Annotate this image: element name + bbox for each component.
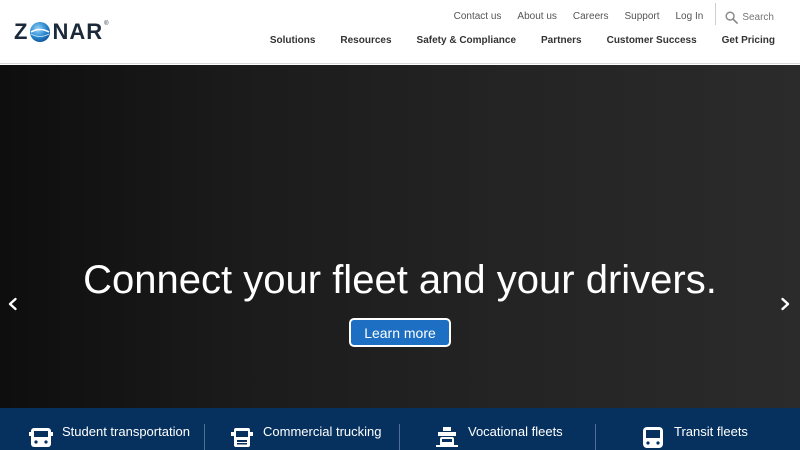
logo-letters-nar: NAR [52,19,104,44]
nav-partners[interactable]: Partners [541,35,582,47]
util-link-about[interactable]: About us [517,11,556,23]
logo-letter-z: Z [14,19,29,44]
vocational-vehicle-icon [436,427,458,447]
fleet-label-transit: Transit fleets [674,424,748,439]
fleet-label-student: Student transportation [62,424,190,439]
hero-carousel: Connect your fleet and your drivers. Lea… [0,65,800,408]
main-nav: Solutions Resources Safety & Compliance … [270,35,800,47]
search-icon [725,10,739,24]
nav-solutions[interactable]: Solutions [270,35,316,47]
fleet-commercial-trucking[interactable]: Commercial trucking [229,408,381,450]
util-link-login[interactable]: Log In [676,11,704,23]
search-label: Search [742,11,774,23]
logo-globe-icon [30,22,51,42]
transit-bus-icon [643,427,663,448]
zonar-logo[interactable]: Z NAR ® [14,20,109,44]
fleet-types-bar: Student transportation Commercial trucki… [0,408,800,450]
fleet-divider [204,424,205,450]
nav-customer-success[interactable]: Customer Success [607,35,697,47]
site-header: Z NAR ® Contact us About us Careers Supp… [0,0,800,64]
hero-heading: Connect your fleet and your drivers. [83,258,717,302]
utility-divider [715,3,717,25]
fleet-student-transportation[interactable]: Student transportation [28,408,190,450]
utility-nav: Contact us About us Careers Support Log … [438,3,800,25]
fleet-vocational[interactable]: Vocational fleets [434,408,563,450]
learn-more-button[interactable]: Learn more [349,318,451,347]
nav-get-pricing[interactable]: Get Pricing [722,35,775,47]
search-toggle[interactable]: Search [725,10,774,24]
fleet-divider [595,424,596,450]
util-link-careers[interactable]: Careers [573,11,609,23]
nav-resources[interactable]: Resources [340,35,391,47]
fleet-label-vocational: Vocational fleets [468,424,563,439]
chevron-right-icon[interactable] [778,297,792,311]
fleet-transit[interactable]: Transit fleets [640,408,748,450]
truck-icon [231,428,253,447]
fleet-label-trucking: Commercial trucking [263,424,382,439]
nav-safety-compliance[interactable]: Safety & Compliance [417,35,516,47]
util-link-contact[interactable]: Contact us [454,11,502,23]
fleet-divider [399,424,400,450]
util-link-support[interactable]: Support [624,11,659,23]
school-bus-icon [29,428,53,447]
registered-mark: ® [104,21,109,27]
